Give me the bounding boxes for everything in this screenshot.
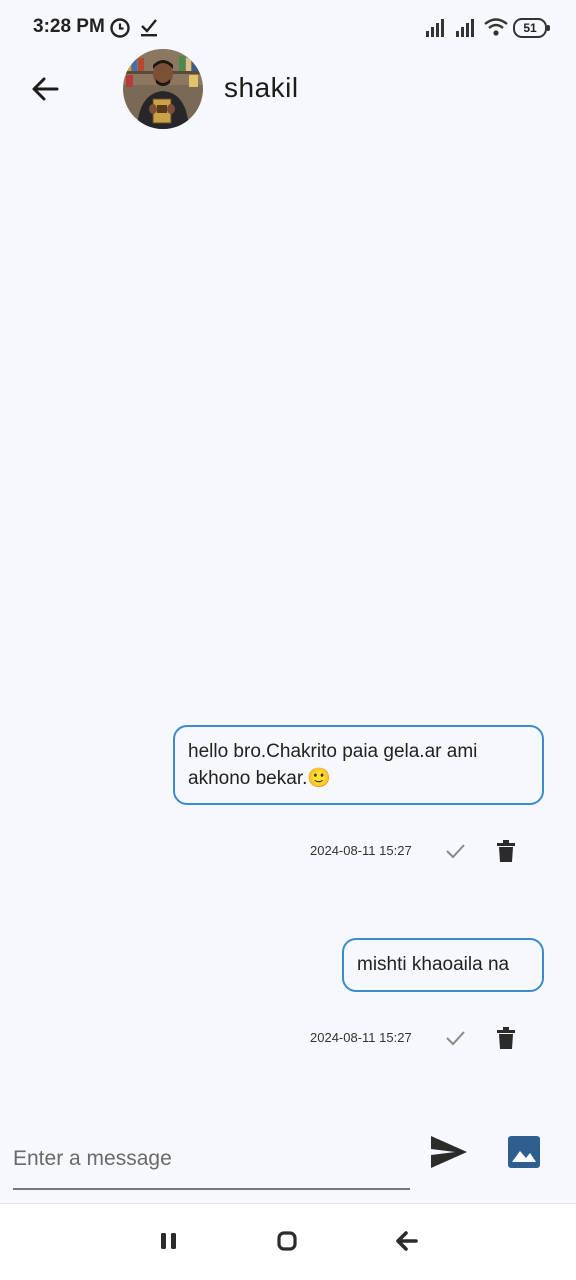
check-icon — [446, 844, 465, 859]
signal-icon — [426, 19, 444, 37]
trash-icon[interactable] — [496, 1027, 516, 1049]
recents-icon[interactable] — [158, 1231, 180, 1251]
battery-icon: 51 — [513, 18, 550, 38]
message-input[interactable] — [13, 1130, 410, 1190]
contact-name: shakil — [224, 72, 299, 103]
alarm-icon — [110, 18, 130, 38]
back-icon[interactable] — [394, 1230, 418, 1252]
message-text: hello bro.Chakrito paia gela.ar ami akho… — [188, 741, 478, 789]
signal-icon — [456, 19, 474, 37]
home-icon[interactable] — [276, 1230, 298, 1252]
send-icon[interactable] — [429, 1134, 469, 1170]
download-done-icon — [141, 19, 157, 37]
message-text: mishti khaoaila na — [357, 954, 510, 975]
status-time: 3:28 PM — [33, 16, 105, 37]
wifi-icon — [484, 18, 508, 36]
message-bubble[interactable]: mishti khaoaila na — [342, 938, 544, 992]
message-timestamp: 2024-08-11 15:27 — [310, 843, 412, 858]
image-icon[interactable] — [507, 1135, 541, 1169]
back-arrow-button[interactable] — [26, 70, 64, 108]
message-timestamp: 2024-08-11 15:27 — [310, 1030, 412, 1045]
battery-level: 51 — [523, 21, 537, 35]
avatar[interactable] — [123, 49, 203, 129]
status-bar: 3:28 PM 51 — [0, 0, 576, 56]
message-bubble[interactable]: hello bro.Chakrito paia gela.ar ami akho… — [173, 725, 544, 805]
check-icon — [446, 1031, 465, 1046]
trash-icon[interactable] — [496, 840, 516, 862]
